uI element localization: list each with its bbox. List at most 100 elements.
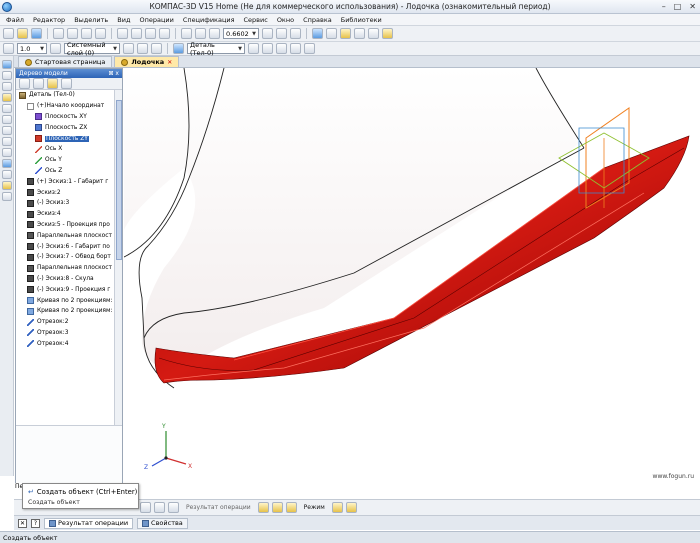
properties-icon[interactable]: [145, 28, 156, 39]
mode-result-icon[interactable]: [285, 502, 297, 513]
tree-item[interactable]: Деталь (Тел-0): [16, 90, 114, 101]
tree-options-icon[interactable]: [61, 78, 72, 89]
pan-icon[interactable]: [276, 28, 287, 39]
tree-item[interactable]: (+) Эскиз:1 - Габарит г: [16, 176, 114, 187]
mcs-icon[interactable]: [276, 43, 287, 54]
model-viewport[interactable]: Y X Z: [121, 67, 700, 493]
menu-operations[interactable]: Операции: [139, 16, 173, 24]
spatial-curves-icon[interactable]: [1, 104, 12, 113]
section-icon[interactable]: [354, 28, 365, 39]
close-button[interactable]: ✕: [689, 2, 696, 11]
menu-libraries[interactable]: Библиотеки: [341, 16, 382, 24]
tree-structure-icon[interactable]: [19, 78, 30, 89]
tree-item[interactable]: Параллельная плоскост: [16, 230, 114, 241]
elements-icon[interactable]: [1, 181, 12, 190]
menu-view[interactable]: Вид: [117, 16, 130, 24]
shaded-view-icon[interactable]: [312, 28, 323, 39]
menu-window[interactable]: Окно: [277, 16, 294, 24]
tree-item[interactable]: Эскиз:5 - Проекция про: [16, 220, 114, 231]
paste-icon[interactable]: [95, 28, 106, 39]
copy-icon[interactable]: [81, 28, 92, 39]
tree-item[interactable]: (-) Эскиз:9 - Проекция г: [16, 284, 114, 295]
mode-shaded-icon[interactable]: [257, 502, 269, 513]
tree-item[interactable]: Ось Y: [16, 155, 114, 166]
arrays-icon[interactable]: [1, 82, 12, 91]
sheet-body-icon[interactable]: [1, 126, 12, 135]
minimize-button[interactable]: –: [662, 2, 666, 11]
tab-start-page[interactable]: Стартовая страница: [18, 56, 113, 67]
orientation-icon[interactable]: [290, 28, 301, 39]
close-panel-icon[interactable]: ✕: [18, 518, 27, 528]
color-icon[interactable]: [290, 43, 301, 54]
zoom-in-icon[interactable]: [181, 28, 192, 39]
mode-toggle-icon[interactable]: [331, 502, 343, 513]
measure-icon[interactable]: [262, 43, 273, 54]
reports-icon[interactable]: [1, 170, 12, 179]
tree-item[interactable]: Кривая по 2 проекциям:: [16, 306, 114, 317]
tree-item[interactable]: Ось X: [16, 144, 114, 155]
tree-item[interactable]: Эскиз:2: [16, 187, 114, 198]
coord-system-combo[interactable]: Системный слой (0) ▼: [64, 41, 120, 57]
filter-icon[interactable]: [368, 28, 379, 39]
line-scale-combo[interactable]: 1.0 ▼: [17, 43, 47, 54]
tab-properties[interactable]: Свойства: [137, 517, 188, 529]
library-icon[interactable]: [382, 28, 393, 39]
help-panel-icon[interactable]: ?: [31, 518, 40, 528]
save-icon[interactable]: [31, 28, 42, 39]
cursor-icon[interactable]: [248, 43, 259, 54]
stop-icon[interactable]: [154, 502, 165, 513]
layer-icon[interactable]: [50, 43, 61, 54]
menu-help[interactable]: Справка: [303, 16, 332, 24]
scrollbar-thumb[interactable]: [116, 100, 122, 260]
tab-result-operation[interactable]: Результат операции: [44, 517, 134, 529]
ortho-icon[interactable]: [151, 43, 162, 54]
menu-service[interactable]: Сервис: [244, 16, 268, 24]
filters-icon[interactable]: [1, 148, 12, 157]
close-icon[interactable]: ✕: [167, 59, 172, 66]
tree-item[interactable]: Эскиз:4: [16, 209, 114, 220]
wireframe-view-icon[interactable]: [326, 28, 337, 39]
line-style-icon[interactable]: [3, 43, 14, 54]
zoom-combo[interactable]: 0.6602 ▼: [223, 28, 259, 39]
tree-item[interactable]: Отрезок:3: [16, 328, 114, 339]
undo-icon[interactable]: [117, 28, 128, 39]
elements-2-icon[interactable]: [1, 192, 12, 201]
tab-lodochka[interactable]: Лодочка ✕: [114, 56, 180, 67]
menu-select[interactable]: Выделить: [74, 16, 108, 24]
geometry-icon[interactable]: [1, 60, 12, 69]
tree-item[interactable]: Плоскость ZY: [16, 133, 114, 144]
tree-item[interactable]: Кривая по 2 проекциям:: [16, 295, 114, 306]
tree-item[interactable]: (-) Эскиз:3: [16, 198, 114, 209]
aux-geometry-icon[interactable]: [1, 93, 12, 102]
edit-details-icon[interactable]: [1, 71, 12, 80]
cut-icon[interactable]: [67, 28, 78, 39]
tree-item[interactable]: Отрезок:2: [16, 317, 114, 328]
surfaces-icon[interactable]: [1, 115, 12, 124]
print-icon[interactable]: [53, 28, 64, 39]
menu-editor[interactable]: Редактор: [33, 16, 65, 24]
pin-icon[interactable]: ⊠ x: [109, 70, 120, 77]
tree-item[interactable]: (-) Эскиз:6 - Габарит по: [16, 241, 114, 252]
tree-item[interactable]: Плоскость ZX: [16, 122, 114, 133]
tree-item[interactable]: Ось Z: [16, 166, 114, 177]
mode-toggle-2-icon[interactable]: [345, 502, 357, 513]
spec-icon[interactable]: [1, 159, 12, 168]
redo-icon[interactable]: [131, 28, 142, 39]
tree-item[interactable]: Плоскость XY: [16, 112, 114, 123]
new-file-icon[interactable]: [3, 28, 14, 39]
part-combo[interactable]: Деталь (Тел-0) ▼: [187, 41, 245, 57]
create-object-icon[interactable]: [140, 502, 151, 513]
tree-item[interactable]: Параллельная плоскост: [16, 263, 114, 274]
open-file-icon[interactable]: [17, 28, 28, 39]
tree-item[interactable]: (+)Начало координат: [16, 101, 114, 112]
part-icon[interactable]: [173, 43, 184, 54]
maximize-button[interactable]: □: [674, 2, 682, 11]
tree-item[interactable]: (-) Эскиз:8 - Скула: [16, 274, 114, 285]
grid-icon[interactable]: [137, 43, 148, 54]
tree-filter-icon[interactable]: [47, 78, 58, 89]
array-icon[interactable]: [304, 43, 315, 54]
tree-item[interactable]: (-) Эскиз:7 - Обвод борт: [16, 252, 114, 263]
tree-item[interactable]: Отрезок:4: [16, 338, 114, 349]
rotate-icon[interactable]: [262, 28, 273, 39]
help-icon[interactable]: [159, 28, 170, 39]
